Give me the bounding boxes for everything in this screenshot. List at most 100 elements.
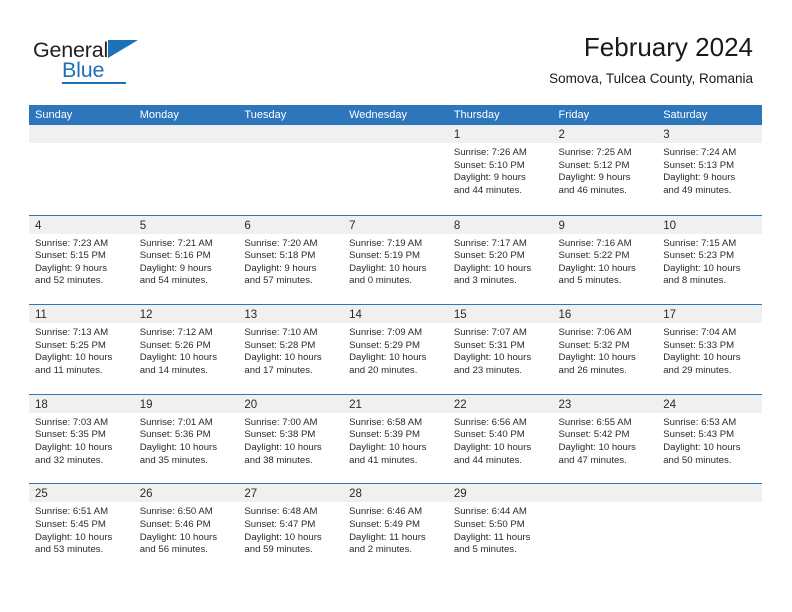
day-detail-line: Sunrise: 7:03 AM — [35, 416, 109, 428]
calendar-day-empty — [343, 125, 448, 215]
day-number: 20 — [244, 398, 258, 411]
day-number-strip: 9 — [552, 215, 658, 234]
calendar-grid: Sunday Monday Tuesday Wednesday Thursday Frid… — [29, 105, 762, 573]
day-detail-line: Sunset: 5:20 PM — [453, 250, 525, 262]
calendar-day-23[interactable]: 23 Sunrise: 6:55 AM Sunset: 5:42 PM Dayligh… — [552, 394, 658, 484]
day-number: 26 — [139, 488, 153, 501]
day-detail-line: Daylight: 10 hours — [453, 441, 532, 453]
day-detail-line: Daylight: 10 hours — [35, 441, 113, 453]
day-number-strip — [552, 484, 658, 503]
calendar-weeks: 1 Sunrise: 7:26 AM Sunset: 5:10 PM Daylight… — [29, 125, 762, 573]
calendar-day-28[interactable]: 28 Sunrise: 6:46 AM Sunset: 5:49 PM Dayligh… — [343, 484, 448, 573]
day-number-strip — [238, 125, 344, 143]
day-detail-line: Daylight: 10 hours — [558, 441, 636, 453]
calendar-day-20[interactable]: 20 Sunrise: 7:00 AM Sunset: 5:38 PM Dayligh… — [238, 394, 344, 484]
day-details — [657, 502, 762, 506]
day-detail-line: and 35 minutes. — [139, 454, 208, 466]
day-number-strip: 27 — [238, 484, 344, 503]
calendar-day-8[interactable]: 8 Sunrise: 7:17 AM Sunset: 5:20 PM Daylight… — [447, 215, 553, 305]
calendar-day-27[interactable]: 27 Sunrise: 6:48 AM Sunset: 5:47 PM Dayligh… — [238, 484, 344, 573]
day-details: Sunrise: 7:23 AM Sunset: 5:15 PM Daylight:… — [29, 234, 134, 288]
calendar-day-5[interactable]: 5 Sunrise: 7:21 AM Sunset: 5:16 PM Daylight… — [133, 215, 239, 305]
calendar-day-11[interactable]: 11 Sunrise: 7:13 AM Sunset: 5:25 PM Dayligh… — [29, 305, 134, 394]
calendar-day-16[interactable]: 16 Sunrise: 7:06 AM Sunset: 5:32 PM Dayligh… — [552, 305, 658, 394]
day-details: Sunrise: 6:48 AM Sunset: 5:47 PM Daylight:… — [238, 502, 343, 556]
day-number: 5 — [139, 219, 147, 232]
day-number: 6 — [244, 219, 251, 232]
general-blue-logo[interactable]: General Blue — [33, 38, 253, 88]
day-detail-line: Sunset: 5:45 PM — [35, 518, 106, 530]
day-number: 10 — [663, 219, 677, 232]
day-detail-line: and 50 minutes. — [663, 454, 732, 466]
calendar-day-21[interactable]: 21 Sunrise: 6:58 AM Sunset: 5:39 PM Dayligh… — [343, 394, 448, 484]
day-detail-line: Daylight: 10 hours — [663, 262, 741, 274]
calendar-day-4[interactable]: 4 Sunrise: 7:23 AM Sunset: 5:15 PM Daylight… — [29, 215, 134, 305]
title-block: February 2024 Somova, Tulcea County, Rom… — [549, 31, 753, 88]
day-detail-line: Sunrise: 7:12 AM — [139, 327, 213, 339]
calendar-day-2[interactable]: 2 Sunrise: 7:25 AM Sunset: 5:12 PM Daylight… — [552, 125, 658, 215]
calendar-day-24[interactable]: 24 Sunrise: 6:53 AM Sunset: 5:43 PM Dayligh… — [657, 394, 762, 484]
day-details: Sunrise: 7:17 AM Sunset: 5:20 PM Daylight:… — [448, 234, 553, 288]
day-detail-line: and 17 minutes. — [244, 364, 313, 376]
logo-word-blue: Blue — [62, 58, 105, 82]
day-number: 21 — [349, 398, 362, 411]
day-number-strip — [133, 125, 239, 143]
day-details: Sunrise: 7:01 AM Sunset: 5:36 PM Daylight:… — [134, 413, 239, 467]
calendar-day-13[interactable]: 13 Sunrise: 7:10 AM Sunset: 5:28 PM Dayligh… — [238, 305, 344, 394]
day-detail-line: Daylight: 10 hours — [453, 352, 532, 364]
weekday-header-row: Sunday Monday Tuesday Wednesday Thursday Frid… — [29, 105, 762, 125]
calendar-day-22[interactable]: 22 Sunrise: 6:56 AM Sunset: 5:40 PM Dayligh… — [447, 394, 553, 484]
calendar-day-3[interactable]: 3 Sunrise: 7:24 AM Sunset: 5:13 PM Daylight… — [657, 125, 762, 215]
day-detail-line: Daylight: 10 hours — [349, 352, 427, 364]
day-detail-line: Sunrise: 7:21 AM — [139, 237, 213, 249]
calendar-day-19[interactable]: 19 Sunrise: 7:01 AM Sunset: 5:36 PM Dayligh… — [133, 394, 239, 484]
day-number-strip: 1 — [447, 125, 553, 143]
day-detail-line: Sunset: 5:33 PM — [663, 339, 735, 351]
weekday-header-wednesday: Wednesday — [349, 109, 407, 121]
day-detail-line: Sunrise: 7:09 AM — [349, 327, 423, 339]
day-detail-line: Sunset: 5:38 PM — [244, 429, 316, 441]
day-details: Sunrise: 6:55 AM Sunset: 5:42 PM Daylight:… — [553, 413, 658, 467]
calendar-day-12[interactable]: 12 Sunrise: 7:12 AM Sunset: 5:26 PM Dayligh… — [133, 305, 239, 394]
calendar-day-empty — [238, 125, 344, 215]
calendar-day-1[interactable]: 1 Sunrise: 7:26 AM Sunset: 5:10 PM Daylight… — [447, 125, 553, 215]
calendar-day-6[interactable]: 6 Sunrise: 7:20 AM Sunset: 5:18 PM Daylight… — [238, 215, 344, 305]
day-number: 4 — [35, 219, 42, 232]
calendar-day-9[interactable]: 9 Sunrise: 7:16 AM Sunset: 5:22 PM Daylight… — [552, 215, 658, 305]
day-detail-line: Sunrise: 6:46 AM — [349, 506, 423, 518]
day-number-strip: 11 — [29, 305, 134, 324]
day-detail-line: and 54 minutes. — [139, 275, 208, 287]
day-number-strip — [657, 484, 762, 503]
day-detail-line: Sunrise: 7:23 AM — [35, 237, 109, 249]
day-detail-line: Sunrise: 7:13 AM — [35, 327, 109, 339]
calendar-day-7[interactable]: 7 Sunrise: 7:19 AM Sunset: 5:19 PM Daylight… — [343, 215, 448, 305]
day-number: 22 — [453, 398, 467, 411]
day-detail-line: Sunrise: 7:00 AM — [244, 416, 318, 428]
day-detail-line: Daylight: 10 hours — [349, 262, 427, 274]
day-detail-line: Sunset: 5:46 PM — [139, 518, 211, 530]
day-detail-line: Sunset: 5:42 PM — [558, 429, 630, 441]
calendar-day-14[interactable]: 14 Sunrise: 7:09 AM Sunset: 5:29 PM Dayligh… — [343, 305, 448, 394]
day-detail-line: Daylight: 10 hours — [139, 531, 218, 543]
day-detail-line: Sunset: 5:22 PM — [558, 250, 630, 262]
day-number-strip: 8 — [447, 215, 553, 234]
day-detail-line: Daylight: 10 hours — [139, 441, 218, 453]
day-detail-line: Daylight: 10 hours — [35, 352, 113, 364]
day-details: Sunrise: 6:51 AM Sunset: 5:45 PM Daylight:… — [29, 502, 134, 556]
day-detail-line: and 23 minutes. — [453, 364, 523, 376]
day-number-strip: 2 — [552, 125, 658, 143]
day-detail-line: Sunrise: 6:53 AM — [663, 416, 737, 428]
calendar-day-18[interactable]: 18 Sunrise: 7:03 AM Sunset: 5:35 PM Dayligh… — [29, 394, 134, 484]
calendar-day-15[interactable]: 15 Sunrise: 7:07 AM Sunset: 5:31 PM Dayligh… — [447, 305, 553, 394]
calendar-day-17[interactable]: 17 Sunrise: 7:04 AM Sunset: 5:33 PM Dayligh… — [657, 305, 762, 394]
day-number-strip: 7 — [343, 215, 448, 234]
calendar-day-25[interactable]: 25 Sunrise: 6:51 AM Sunset: 5:45 PM Dayligh… — [29, 484, 134, 573]
day-detail-line: Sunset: 5:39 PM — [349, 429, 421, 441]
day-detail-line: Sunrise: 7:15 AM — [663, 237, 737, 249]
calendar-day-10[interactable]: 10 Sunrise: 7:15 AM Sunset: 5:23 PM Dayligh… — [657, 215, 762, 305]
calendar-day-29[interactable]: 29 Sunrise: 6:44 AM Sunset: 5:50 PM Dayligh… — [447, 484, 553, 573]
weekday-header-monday: Monday — [139, 109, 179, 121]
calendar-day-26[interactable]: 26 Sunrise: 6:50 AM Sunset: 5:46 PM Dayligh… — [133, 484, 239, 573]
day-details: Sunrise: 7:19 AM Sunset: 5:19 PM Daylight:… — [343, 234, 448, 288]
day-number: 9 — [558, 219, 565, 232]
